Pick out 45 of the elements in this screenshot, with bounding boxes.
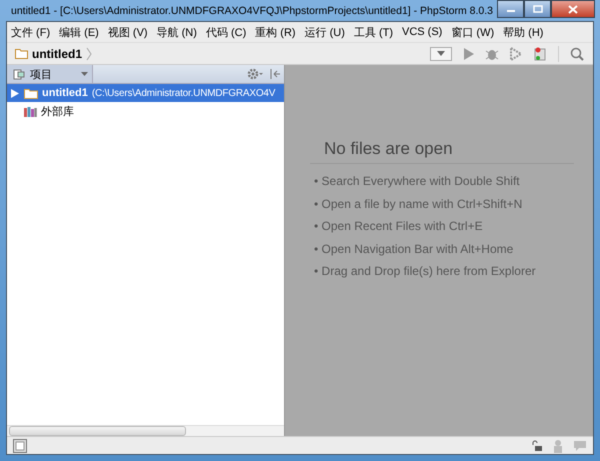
hint-text: • Open Navigation Bar with Alt+Home bbox=[314, 242, 514, 258]
menu-item[interactable]: 工具 (T) bbox=[354, 24, 393, 40]
menu-item[interactable]: 视图 (V) bbox=[108, 24, 148, 40]
hint-text: • Open a file by name with Ctrl+Shift+N bbox=[314, 196, 524, 212]
hint-text: • Open Recent Files with Ctrl+E bbox=[314, 219, 484, 235]
coverage-icon[interactable] bbox=[509, 46, 523, 60]
hint-text: • Drag and Drop file(s) here from Explorer bbox=[314, 264, 537, 280]
caret-icon bbox=[437, 51, 445, 56]
run-icon[interactable] bbox=[463, 46, 475, 60]
run-config-dropdown[interactable] bbox=[430, 46, 452, 60]
window-title: untitled1 - [C:\Users\Administrator.UNMDFGRAXO4VFQJ\PhpstormProjects\untitled1] - PhpStorm 8.0.3 bbox=[11, 4, 493, 16]
menu-item[interactable]: 文件 (F) bbox=[11, 24, 50, 40]
caret-icon bbox=[81, 72, 88, 76]
chevron-icon bbox=[86, 46, 92, 60]
menu-item[interactable]: 帮助 (H) bbox=[503, 24, 544, 40]
menu-item[interactable]: 代码 (C) bbox=[206, 24, 246, 40]
menu-item[interactable]: 重构 (R) bbox=[255, 24, 296, 40]
tree-item[interactable]: untitled1 (C:\Users\Administrator.UNMDFGRAXO4V bbox=[7, 84, 284, 102]
collapse-icon[interactable] bbox=[269, 68, 281, 80]
breadcrumb-item[interactable]: untitled1 bbox=[32, 46, 82, 60]
search-icon[interactable] bbox=[570, 46, 584, 60]
close-button[interactable] bbox=[551, 0, 595, 18]
minimize-button[interactable] bbox=[497, 0, 524, 18]
menu-item[interactable]: VCS (S) bbox=[402, 26, 442, 38]
view-selector[interactable]: 项目 bbox=[7, 65, 93, 83]
expand-arrow-icon[interactable] bbox=[11, 88, 19, 98]
maximize-icon bbox=[532, 5, 542, 13]
tree-item[interactable]: 外部库 bbox=[7, 102, 284, 120]
scrollbar[interactable] bbox=[9, 426, 186, 436]
empty-editor-heading: No files are open bbox=[310, 139, 574, 164]
project-view-icon bbox=[13, 68, 25, 80]
folder-icon bbox=[24, 88, 38, 98]
menu-item[interactable]: 运行 (U) bbox=[304, 24, 345, 40]
maximize-button[interactable] bbox=[524, 0, 551, 18]
menu-item[interactable]: 窗口 (W) bbox=[451, 24, 494, 40]
menu-item[interactable]: 导航 (N) bbox=[156, 24, 197, 40]
lock-icon[interactable] bbox=[531, 440, 543, 452]
sync-icon[interactable] bbox=[533, 46, 547, 60]
menu-item[interactable]: 编辑 (E) bbox=[59, 24, 99, 40]
books-icon bbox=[24, 106, 37, 116]
gear-icon[interactable] bbox=[247, 68, 263, 80]
hint-text: • Search Everywhere with Double Shift bbox=[314, 174, 521, 190]
tool-windows-icon[interactable] bbox=[13, 438, 27, 452]
close-icon bbox=[568, 4, 578, 14]
folder-icon bbox=[15, 48, 28, 59]
